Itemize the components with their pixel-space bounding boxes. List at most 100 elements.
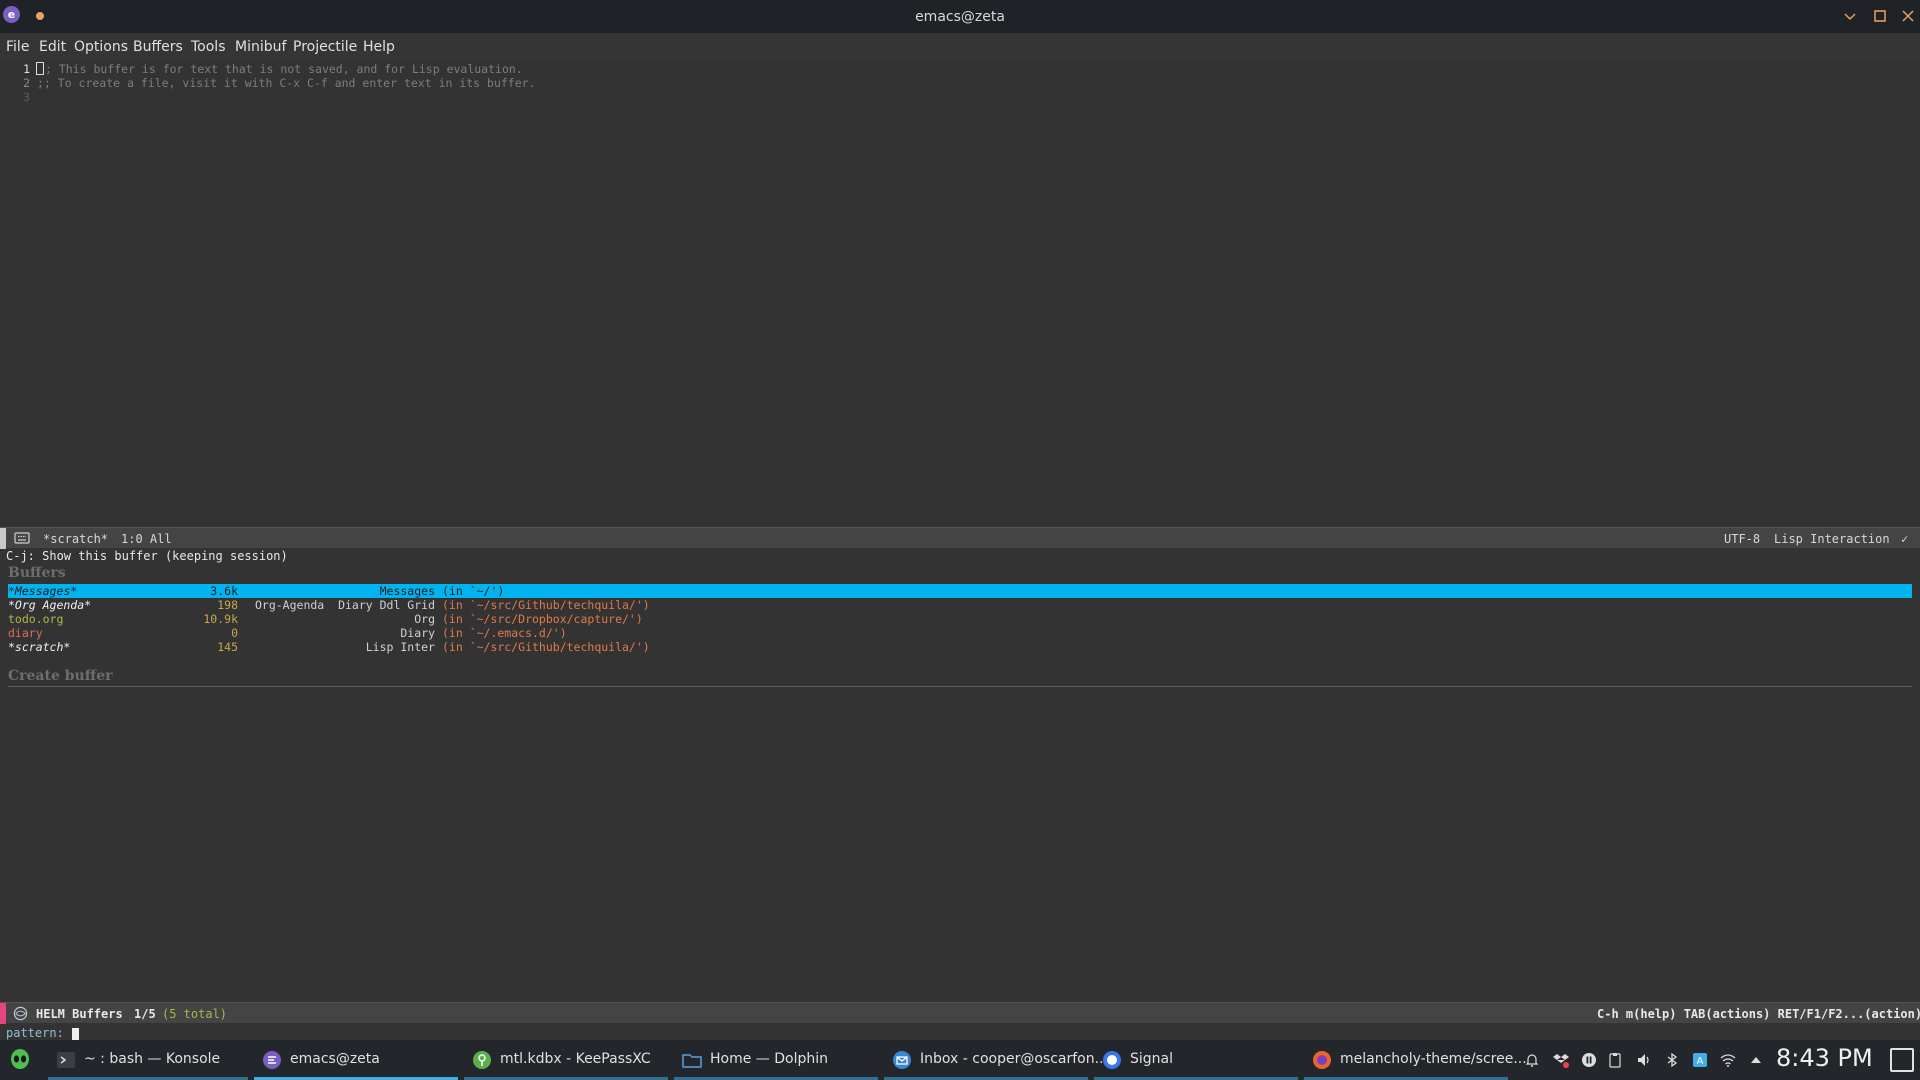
buffer-row-path: (in `~/src/Github/techquila/'): [442, 598, 650, 612]
close-icon[interactable]: [1898, 6, 1918, 26]
source-title-buffers: Buffers: [8, 565, 66, 581]
buffer-row-mode: Org: [414, 612, 435, 626]
menu-minibuf[interactable]: Minibuf: [235, 39, 286, 55]
maximize-icon[interactable]: [1870, 6, 1890, 26]
menu-file[interactable]: File: [6, 39, 29, 55]
buffer-name: *scratch*: [43, 532, 109, 546]
wifi-icon[interactable]: [1720, 1052, 1736, 1068]
signal-icon: [1103, 1051, 1121, 1069]
encoding: UTF-8: [1724, 532, 1761, 546]
buffer-row-path: (in `~/src/Dropbox/capture/'): [442, 612, 643, 626]
editor-area[interactable]: 1 ; This buffer is for text that is not …: [0, 61, 1920, 526]
dropbox-icon[interactable]: [1553, 1052, 1569, 1068]
bluetooth-icon[interactable]: [1664, 1052, 1680, 1068]
keepassxc-icon: [473, 1051, 491, 1069]
menu-help[interactable]: Help: [363, 39, 395, 55]
task-signal[interactable]: Signal: [1094, 1040, 1298, 1080]
buffer-row-size: 0: [231, 626, 238, 640]
clipboard-icon[interactable]: [1607, 1052, 1623, 1068]
buffer-row-size: 10.9k: [203, 612, 238, 626]
line-number: 1: [23, 62, 30, 76]
line-number: 3: [23, 90, 30, 104]
keyboard-icon: [14, 532, 30, 544]
menu-projectile[interactable]: Projectile: [293, 39, 357, 55]
menu-buffers[interactable]: Buffers: [133, 39, 183, 55]
helm-mode-line: HELM Buffers 1/5 (5 total) C-h m(help) T…: [0, 1002, 1920, 1024]
helm-source-name: HELM Buffers: [36, 1007, 123, 1021]
text-cursor: [36, 62, 44, 75]
line-number: 2: [23, 76, 30, 90]
mode-line-edge: [0, 528, 6, 549]
cursor-position: 1:0 All: [121, 532, 172, 546]
buffer-row[interactable]: *scratch* 145 Lisp Inter (in `~/src/Gith…: [8, 640, 1912, 654]
emacs-icon: [263, 1051, 281, 1069]
task-mail[interactable]: Inbox - cooper@oscarfon...: [884, 1040, 1108, 1080]
check-icon: ✓: [1901, 532, 1909, 546]
editor-line: 3: [0, 90, 1920, 104]
menu-tools[interactable]: Tools: [191, 39, 226, 55]
task-dolphin[interactable]: Home — Dolphin: [674, 1040, 878, 1080]
editor-line: 1 ; This buffer is for text that is not …: [0, 62, 1920, 76]
task-label: Home — Dolphin: [710, 1051, 829, 1067]
folder-icon: [682, 1054, 702, 1068]
menu-edit[interactable]: Edit: [39, 39, 66, 55]
keyboard-layout-icon[interactable]: A: [1692, 1052, 1708, 1068]
task-label: Signal: [1130, 1051, 1174, 1067]
line-text: ;; To create a file, visit it with C-x C…: [37, 76, 536, 90]
buffer-row-mode: Diary: [400, 626, 435, 640]
task-label: emacs@zeta: [290, 1051, 380, 1067]
mode-line: *scratch* 1:0 All UTF-8 Lisp Interaction…: [0, 527, 1920, 549]
menu-bar: File Edit Options Buffers Tools Minibuf …: [0, 33, 1920, 61]
buffer-row[interactable]: diary 0 Diary (in `~/.emacs.d/'): [8, 626, 1912, 640]
buffer-row[interactable]: todo.org 10.9k Org (in `~/src/Dropbox/ca…: [8, 612, 1912, 626]
buffer-row-mode: Messages: [379, 584, 435, 598]
task-label: melancholy-theme/scree...: [1340, 1051, 1527, 1067]
window-title: emacs@zeta: [915, 9, 1005, 25]
svg-text:A: A: [1697, 1056, 1704, 1067]
buffer-row-name: todo.org: [8, 612, 64, 626]
application-launcher-icon[interactable]: [8, 1048, 32, 1072]
terminal-icon: [57, 1052, 75, 1068]
buffer-row[interactable]: *Org Agenda* 198 Org-Agenda Diary Ddl Gr…: [8, 598, 1912, 612]
helm-icon: [13, 1006, 28, 1021]
menu-options[interactable]: Options: [74, 39, 128, 55]
line-text: ; This buffer is for text that is not sa…: [45, 62, 523, 76]
buffer-row-name: *scratch*: [8, 640, 71, 654]
task-keepassxc[interactable]: mtl.kdbx - KeePassXC: [464, 1040, 668, 1080]
buffer-row-path: (in `~/'): [442, 584, 505, 598]
helm-key-hints: C-h m(help) TAB(actions) RET/F1/F2...(ac…: [1597, 1007, 1920, 1021]
helm-total-count: (5 total): [162, 1007, 228, 1021]
buffer-row-name: *Org Agenda*: [8, 598, 92, 612]
source-title-create-buffer: Create buffer: [8, 668, 113, 684]
buffer-row-name: *Messages*: [8, 584, 78, 598]
clock[interactable]: 8:43 PM: [1776, 1044, 1873, 1072]
buffer-row-size: 3.6k: [210, 584, 238, 598]
volume-icon[interactable]: [1636, 1052, 1652, 1068]
task-firefox[interactable]: melancholy-theme/scree...: [1304, 1040, 1527, 1080]
source-divider: [8, 686, 1912, 687]
buffer-row-size: 145: [217, 640, 238, 654]
major-mode: Lisp Interaction: [1774, 532, 1890, 546]
task-label: mtl.kdbx - KeePassXC: [500, 1051, 651, 1067]
helm-mode-line-edge: [0, 1003, 6, 1024]
show-desktop-icon[interactable]: [1890, 1048, 1914, 1072]
buffer-row-mode: Lisp Inter: [365, 640, 435, 654]
firefox-icon: [1313, 1051, 1331, 1069]
buffer-row[interactable]: *Messages* 3.6k Messages (in `~/'): [8, 584, 1912, 598]
task-konsole[interactable]: ~ : bash — Konsole: [48, 1040, 248, 1080]
taskbar: ~ : bash — Konsole emacs@zeta mtl.kdbx -…: [0, 1040, 1920, 1080]
buffer-row-name: diary: [8, 626, 43, 640]
tray-expand-icon[interactable]: [1748, 1052, 1764, 1068]
notifications-icon[interactable]: [1524, 1052, 1540, 1068]
minimize-icon[interactable]: [1840, 6, 1860, 26]
minibuffer[interactable]: pattern:: [6, 1026, 79, 1040]
buffer-row-size: 198: [217, 598, 238, 612]
mail-icon: [893, 1051, 911, 1069]
buffer-row-mode: Org-Agenda Diary Ddl Grid: [254, 598, 435, 612]
task-emacs[interactable]: emacs@zeta: [254, 1040, 458, 1080]
buffer-row-path: (in `~/.emacs.d/'): [442, 626, 567, 640]
helm-candidate-count: 1/5: [134, 1007, 156, 1021]
minibuffer-prompt: pattern:: [6, 1026, 64, 1040]
minibuffer-cursor: [71, 1027, 79, 1040]
media-pause-icon[interactable]: [1581, 1052, 1597, 1068]
